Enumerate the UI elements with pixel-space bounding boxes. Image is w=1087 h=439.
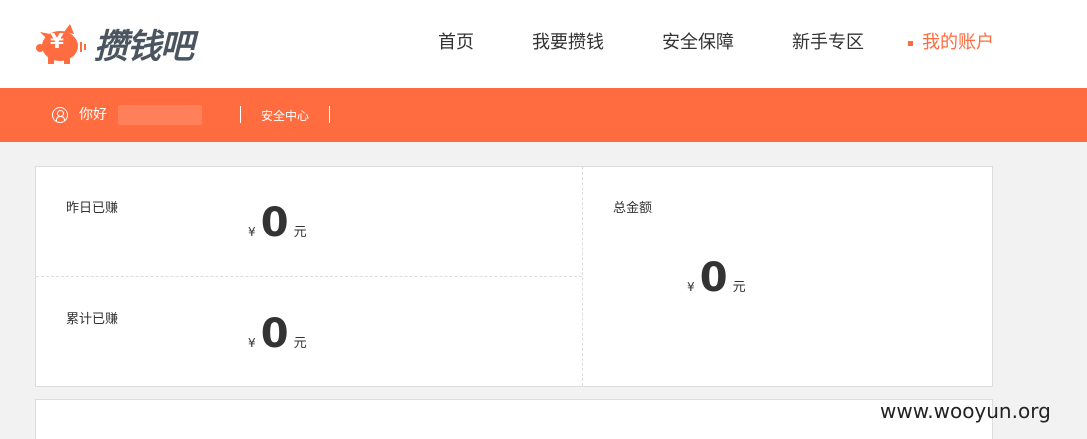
top-header: ¥ 攒钱吧 首页 我要攒钱 安全保障 新手专区 我的账户 <box>0 0 1087 88</box>
amount-unit: 元 <box>293 225 307 240</box>
nav-item-my-account[interactable]: 我的账户 <box>922 31 994 55</box>
user-icon <box>52 107 68 123</box>
divider <box>240 106 241 123</box>
total-amount-label: 总金额 <box>613 201 653 216</box>
currency-symbol: ¥ <box>248 336 256 350</box>
total-amount: ¥ 0 元 <box>687 258 746 298</box>
amount-unit: 元 <box>293 336 307 351</box>
nav-item-home[interactable]: 首页 <box>438 31 474 55</box>
nav-item-security[interactable]: 安全保障 <box>662 31 734 55</box>
security-center-link[interactable]: 安全中心 <box>261 108 309 124</box>
earnings-summary-panel: 昨日已赚 ¥ 0 元 累计已赚 ¥ 0 元 总金额 ¥ 0 元 <box>35 166 993 387</box>
divider <box>329 106 330 123</box>
nav-item-newbie[interactable]: 新手专区 <box>792 31 864 55</box>
divider <box>582 167 583 386</box>
amount-value: 0 <box>699 255 728 301</box>
cumulative-earned-amount: ¥ 0 元 <box>248 314 307 354</box>
currency-symbol: ¥ <box>248 225 256 239</box>
watermark-text: www.wooyun.org <box>880 399 1051 423</box>
yesterday-earned-label: 昨日已赚 <box>66 201 119 216</box>
currency-symbol: ¥ <box>687 280 695 294</box>
amount-value: 0 <box>260 311 289 357</box>
main-nav: 首页 我要攒钱 安全保障 新手专区 我的账户 <box>0 0 1087 88</box>
active-indicator-icon <box>908 41 913 46</box>
redacted-username <box>118 105 202 125</box>
greeting-text: 你好 <box>79 107 107 123</box>
amount-unit: 元 <box>732 280 746 295</box>
amount-value: 0 <box>260 200 289 246</box>
yesterday-earned-amount: ¥ 0 元 <box>248 203 307 243</box>
cumulative-earned-label: 累计已赚 <box>66 312 119 327</box>
nav-item-save[interactable]: 我要攒钱 <box>532 31 604 55</box>
account-subbar: 你好 安全中心 <box>0 88 1087 142</box>
divider <box>36 276 582 277</box>
secondary-panel <box>35 399 993 439</box>
